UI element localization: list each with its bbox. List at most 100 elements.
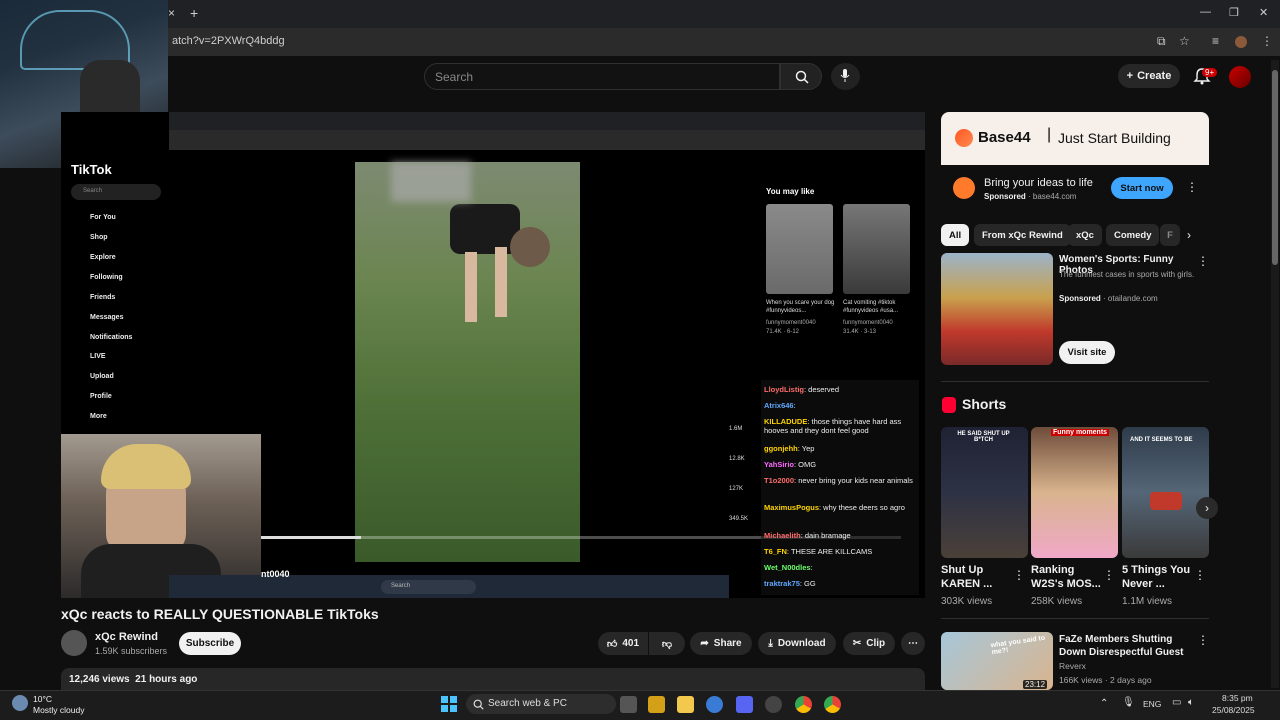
video-player[interactable]: TikTok Search For You Shop Explore Follo… bbox=[61, 112, 925, 598]
views-and-date: 12,246 views 21 hours ago bbox=[69, 674, 197, 685]
dislike-button[interactable]: 👎︎ bbox=[649, 632, 685, 655]
task-view-icon[interactable] bbox=[620, 696, 637, 713]
short-thumbnail[interactable]: AND IT SEEMS TO BE bbox=[1122, 427, 1209, 558]
divider bbox=[941, 618, 1209, 619]
url-text[interactable]: atch?v=2PXWrQ4bddg bbox=[172, 35, 285, 47]
suggestion-author: funnymoment0040 bbox=[766, 320, 816, 326]
short-menu-icon[interactable]: ⋮ bbox=[1013, 568, 1025, 582]
chat-message: T6_FN: THESE ARE KILLCAMS bbox=[764, 547, 919, 556]
file-explorer-icon[interactable] bbox=[677, 696, 694, 713]
install-icon[interactable]: ⧉ bbox=[1157, 34, 1166, 49]
visit-site-button[interactable]: Visit site bbox=[1059, 341, 1115, 364]
chrome-icon[interactable] bbox=[795, 696, 812, 713]
like-button[interactable]: 👍︎ 401 bbox=[598, 632, 648, 655]
short-thumbnail[interactable]: HE SAID SHUT UP B*TCH bbox=[941, 427, 1028, 558]
new-tab-button[interactable]: + bbox=[190, 5, 198, 21]
profile-avatar[interactable] bbox=[1235, 36, 1247, 48]
search-input[interactable]: Search bbox=[424, 63, 780, 90]
subscribe-button[interactable]: Subscribe bbox=[179, 632, 241, 655]
discord-icon[interactable] bbox=[736, 696, 753, 713]
search-button[interactable] bbox=[780, 63, 822, 90]
chat-message: KILLADUDE: those things have hard ass ho… bbox=[764, 417, 919, 435]
chip-truncated[interactable]: F bbox=[1160, 224, 1180, 246]
sponsored-thumbnail[interactable] bbox=[941, 253, 1053, 365]
short-title[interactable]: 5 Things You Never ... bbox=[1122, 563, 1197, 591]
clip-button[interactable]: ✂ Clip bbox=[843, 632, 895, 655]
share-count: 349.5K bbox=[729, 516, 749, 522]
suggestion-caption: When you scare your dog #funnyvideos... bbox=[766, 300, 835, 314]
app-icon[interactable] bbox=[648, 696, 665, 713]
chip-xqc[interactable]: xQc bbox=[1068, 224, 1102, 246]
windows-start-icon[interactable] bbox=[441, 696, 457, 712]
chat-username: T1o2000 bbox=[764, 476, 795, 485]
chat-text: : GG bbox=[799, 579, 816, 588]
chip-all[interactable]: All bbox=[941, 224, 970, 246]
chat-message: MaximusPogus: why these deers so agro bbox=[764, 503, 919, 512]
recommended-meta: 166K views · 2 days ago bbox=[1059, 675, 1152, 685]
restore-icon[interactable]: ❐ bbox=[1229, 6, 1239, 19]
tiktok-nav-item: Notifications bbox=[90, 334, 133, 341]
short-overlay-text: HE SAID SHUT UP B*TCH bbox=[957, 431, 1010, 443]
bookmark-star-icon[interactable]: ☆ bbox=[1179, 34, 1190, 48]
close-tab-icon[interactable]: × bbox=[168, 6, 175, 20]
clock-date[interactable]: 25/08/2025 bbox=[1212, 705, 1255, 715]
recommended-channel[interactable]: Reverx bbox=[1059, 661, 1086, 671]
ad-brand: Base44 bbox=[978, 129, 1031, 146]
microphone-tray-icon[interactable]: 🎙︎ bbox=[1122, 697, 1135, 708]
short-menu-icon[interactable]: ⋮ bbox=[1194, 568, 1206, 582]
thumbnail-overlay-text: what you said to me?! bbox=[990, 634, 1046, 657]
recommended-title[interactable]: FaZe Members Shutting Down Disrespectful… bbox=[1059, 633, 1199, 659]
weather-temperature[interactable]: 10°C bbox=[33, 694, 52, 704]
sponsored-menu-icon[interactable]: ⋮ bbox=[1197, 254, 1209, 268]
account-avatar[interactable] bbox=[1229, 66, 1251, 88]
chevron-right-icon[interactable]: › bbox=[1187, 228, 1191, 242]
ad-banner[interactable]: Base44 | Just Start Building bbox=[941, 112, 1209, 165]
tiktok-search: Search bbox=[71, 184, 161, 200]
short-title[interactable]: Ranking W2S's MOS... bbox=[1031, 563, 1106, 591]
menu-kebab-icon[interactable]: ⋮ bbox=[1261, 34, 1273, 48]
chip-from-channel[interactable]: From xQc Rewind bbox=[974, 224, 1071, 246]
progress-played bbox=[261, 536, 361, 539]
weather-icon[interactable] bbox=[12, 695, 28, 711]
short-menu-icon[interactable]: ⋮ bbox=[1103, 568, 1115, 582]
browser-app-icon[interactable] bbox=[706, 696, 723, 713]
share-button[interactable]: ➦ Share bbox=[690, 632, 752, 655]
sponsored-label: Sponsored bbox=[984, 192, 1026, 201]
create-label: Create bbox=[1137, 70, 1172, 82]
app-icon[interactable] bbox=[765, 696, 782, 713]
short-thumbnail[interactable]: Funny moments bbox=[1031, 427, 1118, 558]
volume-icon[interactable]: 🔈︎ bbox=[1188, 697, 1194, 708]
browser-tab-strip: × + — ❐ ✕ bbox=[0, 0, 1280, 28]
chat-text: : bbox=[810, 563, 813, 572]
recommended-menu-icon[interactable]: ⋮ bbox=[1197, 633, 1209, 647]
shorts-next-button[interactable]: › bbox=[1196, 497, 1218, 519]
channel-avatar[interactable] bbox=[61, 630, 87, 656]
close-window-icon[interactable]: ✕ bbox=[1259, 6, 1268, 19]
address-bar[interactable]: atch?v=2PXWrQ4bddg ⧉ ☆ ≡ ⋮ bbox=[0, 28, 1280, 56]
suggestion-thumb bbox=[843, 204, 910, 294]
clock-time[interactable]: 8:35 pm bbox=[1222, 693, 1253, 703]
media-control-icon[interactable]: ≡ bbox=[1212, 34, 1219, 48]
short-title[interactable]: Shut Up KAREN ... bbox=[941, 563, 1016, 591]
system-tray-chevron-icon[interactable]: ⌃ bbox=[1100, 698, 1108, 709]
chip-comedy[interactable]: Comedy bbox=[1106, 224, 1160, 246]
download-button[interactable]: ⤓ Download bbox=[758, 632, 836, 655]
voice-search-button[interactable] bbox=[831, 63, 860, 90]
channel-name[interactable]: xQc Rewind bbox=[95, 631, 158, 643]
network-icon[interactable]: ▭ bbox=[1172, 697, 1181, 708]
more-actions-button[interactable]: ⋯ bbox=[901, 632, 925, 655]
create-button[interactable]: + Create bbox=[1118, 64, 1180, 88]
search-placeholder: Search bbox=[435, 70, 474, 84]
like-count-label: 401 bbox=[622, 638, 640, 649]
share-icon: ➦ bbox=[700, 638, 709, 649]
red-car bbox=[1150, 492, 1182, 510]
ad-menu-icon[interactable]: ⋮ bbox=[1186, 180, 1198, 194]
weather-description[interactable]: Mostly cloudy bbox=[33, 705, 85, 715]
chrome-icon[interactable] bbox=[824, 696, 841, 713]
chat-overlay: LloydListig: deserved Atrix646: KILLADUD… bbox=[761, 380, 919, 595]
scrollbar-thumb[interactable] bbox=[1272, 70, 1278, 265]
minimize-icon[interactable]: — bbox=[1200, 6, 1211, 18]
chat-username: MaximusPogus bbox=[764, 503, 820, 512]
start-now-button[interactable]: Start now bbox=[1111, 177, 1173, 199]
language-indicator[interactable]: ENG bbox=[1143, 699, 1161, 709]
